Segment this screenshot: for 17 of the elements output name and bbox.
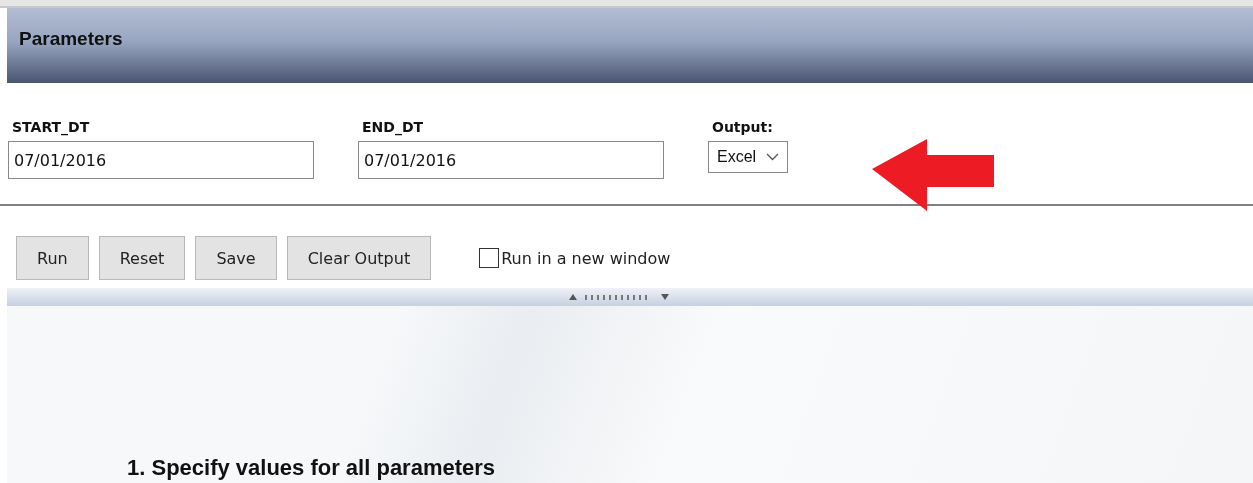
toolbar-button[interactable]: Reset	[98, 236, 186, 280]
new-window-option[interactable]: Run in a new window	[479, 248, 671, 268]
output-dropdown[interactable]: Excel	[708, 141, 789, 173]
panel-title: Parameters	[19, 28, 123, 50]
field-label: START_DT	[11, 119, 91, 135]
field-label: Output:	[711, 119, 774, 135]
field-label: END_DT	[361, 119, 425, 135]
toolbar-button[interactable]: Clear Output	[286, 236, 432, 280]
toolbar-button[interactable]: Run	[16, 236, 89, 280]
arrow-icon	[872, 139, 995, 211]
toolbar-button[interactable]: Save	[195, 236, 277, 280]
date-field[interactable]: 07/01/2016	[358, 141, 664, 179]
splitter-handle-icon[interactable]	[569, 293, 671, 301]
instruction-text: 1. Specify values for all parameters	[127, 455, 496, 481]
chevron-down-icon	[766, 153, 780, 161]
checkbox[interactable]	[479, 248, 500, 268]
date-field[interactable]: 07/01/2016	[8, 141, 314, 179]
